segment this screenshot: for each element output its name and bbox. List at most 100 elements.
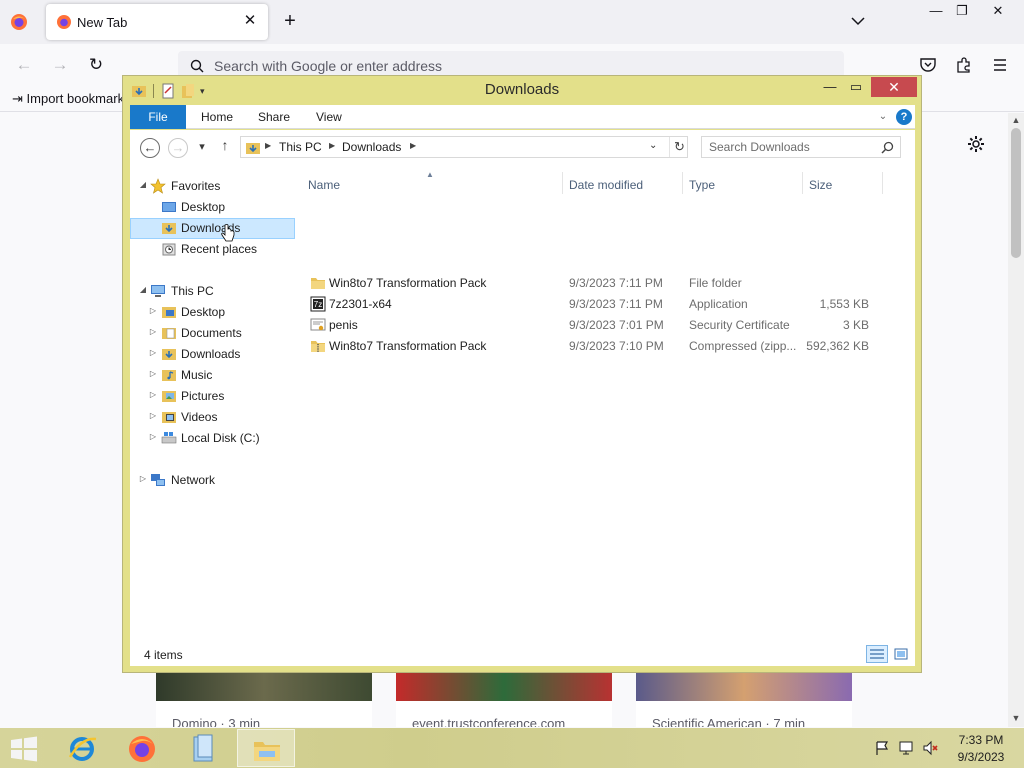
volume-muted-icon[interactable]	[922, 740, 938, 756]
close-tab-icon[interactable]: ✕	[241, 12, 259, 30]
expand-arrow-icon[interactable]: ▷	[148, 432, 158, 441]
collapse-arrow-icon[interactable]: ◢	[138, 180, 148, 189]
story-card[interactable]: Domino · 3 min	[156, 673, 372, 727]
story-card[interactable]: Scientific American · 7 min	[636, 673, 852, 727]
forward-button[interactable]: →	[49, 54, 71, 76]
extensions-icon[interactable]	[955, 56, 973, 74]
file-row[interactable]: Win8to7 Transformation Pack 9/3/2023 7:1…	[296, 273, 915, 294]
reload-button[interactable]: ↻	[85, 54, 107, 76]
downloads-folder-icon	[162, 349, 176, 360]
expand-arrow-icon[interactable]: ▷	[148, 411, 158, 420]
scroll-thumb[interactable]	[1011, 128, 1021, 258]
breadcrumb-chevron-icon[interactable]: ▶	[410, 141, 416, 150]
windows-start-icon[interactable]	[10, 736, 38, 762]
documents-folder-icon	[162, 328, 176, 339]
tree-this-pc-videos[interactable]: ▷ Videos	[130, 407, 295, 428]
navigation-bar: ← → ▾ ↑ ▶ This PC ▶ Downloads ▶ ⌄ ↻ Sear…	[130, 130, 915, 166]
restore-button[interactable]: ❐	[944, 2, 980, 20]
network-tray-icon[interactable]	[898, 740, 914, 756]
breadcrumb-downloads[interactable]: Downloads	[342, 140, 401, 154]
taskbar-firefox[interactable]	[113, 729, 171, 767]
tab-share[interactable]: Share	[258, 105, 290, 129]
taskbar-file-explorer-shortcut[interactable]	[175, 729, 233, 767]
back-button[interactable]: ←	[140, 138, 160, 158]
expand-arrow-icon[interactable]: ▷	[148, 327, 158, 336]
column-header-name[interactable]: Name	[308, 178, 340, 192]
file-row[interactable]: penis 9/3/2023 7:01 PM Security Certific…	[296, 315, 915, 336]
explorer-minimize-button[interactable]: —	[819, 77, 841, 97]
column-divider[interactable]	[882, 172, 883, 194]
chevron-down-icon[interactable]	[849, 12, 867, 30]
column-header-size[interactable]: Size	[809, 178, 832, 192]
menu-icon[interactable]	[991, 56, 1009, 74]
action-center-flag-icon[interactable]	[874, 740, 890, 756]
tree-favorites[interactable]: ◢ Favorites	[130, 176, 295, 197]
expand-arrow-icon[interactable]: ▷	[138, 474, 148, 483]
tree-favorites-downloads[interactable]: Downloads	[130, 218, 295, 239]
tab-home[interactable]: Home	[201, 105, 233, 129]
file-row[interactable]: Win8to7 Transformation Pack 9/3/2023 7:1…	[296, 336, 915, 357]
back-button[interactable]: ←	[13, 54, 35, 76]
expand-arrow-icon[interactable]: ▷	[148, 369, 158, 378]
recent-locations-icon[interactable]: ▾	[196, 140, 208, 153]
tab-new-tab[interactable]: New Tab ✕	[46, 4, 268, 40]
firefox-icon[interactable]	[10, 13, 28, 31]
story-source: Scientific American · 7 min	[652, 716, 806, 727]
new-tab-button[interactable]: +	[280, 11, 300, 31]
close-window-button[interactable]: ✕	[980, 2, 1016, 20]
column-divider[interactable]	[802, 172, 803, 194]
tree-favorites-desktop[interactable]: Desktop	[130, 197, 295, 218]
tree-this-pc-documents[interactable]: ▷ Documents	[130, 323, 295, 344]
explorer-maximize-button[interactable]: ▭	[845, 77, 867, 97]
expand-arrow-icon[interactable]: ▷	[148, 390, 158, 399]
tree-network[interactable]: ▷ Network	[130, 470, 295, 491]
breadcrumb-chevron-icon[interactable]: ▶	[329, 141, 335, 150]
column-divider[interactable]	[562, 172, 563, 194]
breadcrumb-this-pc[interactable]: This PC	[279, 140, 322, 154]
breadcrumb-chevron-icon[interactable]: ▶	[265, 141, 271, 150]
collapse-arrow-icon[interactable]: ◢	[138, 285, 148, 294]
scroll-down-icon[interactable]: ▼	[1008, 711, 1024, 725]
forward-button[interactable]: →	[168, 138, 188, 158]
tree-this-pc-downloads[interactable]: ▷ Downloads	[130, 344, 295, 365]
taskbar-file-explorer[interactable]	[237, 729, 295, 767]
explorer-title-bar[interactable]: ▾ Downloads — ▭ ✕	[123, 76, 921, 104]
tree-label: Local Disk (C:)	[181, 431, 260, 445]
help-icon[interactable]: ?	[896, 109, 912, 125]
tree-this-pc-pictures[interactable]: ▷ Pictures	[130, 386, 295, 407]
search-icon	[190, 59, 204, 73]
file-row[interactable]: 7z 7z2301-x64 9/3/2023 7:11 PM Applicati…	[296, 294, 915, 315]
page-scrollbar[interactable]: ▲ ▼	[1008, 113, 1024, 727]
expand-arrow-icon[interactable]: ▷	[148, 306, 158, 315]
tab-file[interactable]: File	[130, 105, 186, 129]
pocket-icon[interactable]	[919, 56, 937, 74]
file-type: File folder	[689, 276, 742, 290]
tree-favorites-recent-places[interactable]: Recent places	[130, 239, 295, 260]
scroll-up-icon[interactable]: ▲	[1008, 113, 1024, 127]
up-button[interactable]: ↑	[219, 137, 231, 153]
search-icon[interactable]	[881, 141, 894, 154]
address-bar[interactable]: ▶ This PC ▶ Downloads ▶ ⌄ ↻	[240, 136, 688, 158]
expand-ribbon-icon[interactable]: ⌄	[876, 110, 890, 124]
story-card[interactable]: event.trustconference.com	[396, 673, 612, 727]
tree-this-pc-desktop[interactable]: ▷ Desktop	[130, 302, 295, 323]
sort-ascending-icon: ▲	[426, 170, 434, 179]
tree-this-pc-music[interactable]: ▷ Music	[130, 365, 295, 386]
large-icons-view-button[interactable]	[890, 645, 912, 663]
tab-view[interactable]: View	[316, 105, 342, 129]
column-header-date[interactable]: Date modified	[569, 178, 643, 192]
tree-this-pc-local-disk[interactable]: ▷ Local Disk (C:)	[130, 428, 295, 449]
clock[interactable]: 7:33 PM 9/3/2023	[952, 732, 1010, 766]
tree-this-pc[interactable]: ◢ This PC	[130, 281, 295, 302]
details-view-button[interactable]	[866, 645, 888, 663]
taskbar-internet-explorer[interactable]	[53, 729, 111, 767]
explorer-close-button[interactable]: ✕	[871, 77, 917, 97]
search-box[interactable]: Search Downloads	[701, 136, 901, 158]
gear-icon[interactable]	[966, 134, 986, 154]
address-history-dropdown-icon[interactable]: ⌄	[649, 140, 657, 151]
column-divider[interactable]	[682, 172, 683, 194]
refresh-button[interactable]: ↻	[669, 137, 689, 157]
expand-arrow-icon[interactable]: ▷	[148, 348, 158, 357]
ribbon: File Home Share View ⌄ ?	[130, 105, 915, 129]
column-header-type[interactable]: Type	[689, 178, 715, 192]
